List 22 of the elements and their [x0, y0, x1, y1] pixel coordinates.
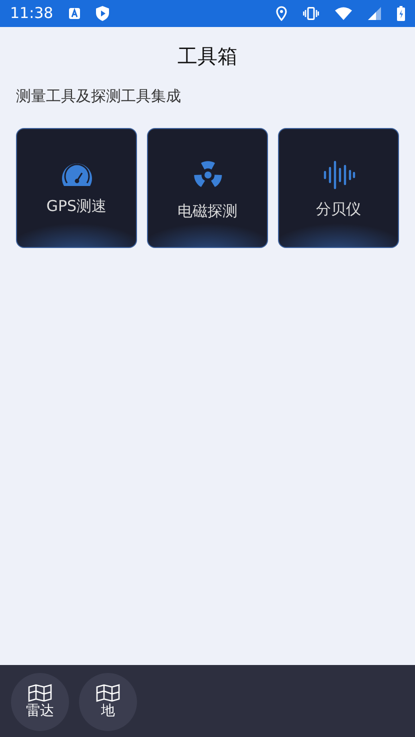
speedometer-icon	[62, 163, 92, 188]
tool-card[interactable]: GPS测速	[16, 128, 137, 248]
status-time: 11:38	[10, 3, 54, 24]
tool-card[interactable]: 电磁探测	[147, 128, 268, 248]
shield-icon	[96, 6, 110, 21]
map-icon	[96, 684, 120, 702]
tool-label: 电磁探测	[178, 201, 238, 222]
map-icon	[28, 684, 52, 702]
sound-wave-icon	[322, 160, 356, 190]
signal-icon	[368, 7, 381, 20]
tab-button[interactable]: 雷达	[11, 673, 69, 731]
battery-icon	[397, 6, 405, 21]
tool-label: GPS测速	[46, 196, 107, 218]
location-icon	[276, 6, 287, 21]
tool-card[interactable]: 分贝仪	[278, 128, 399, 248]
page-title: 工具箱	[178, 43, 238, 70]
wifi-icon	[335, 7, 352, 20]
tool-label: 分贝仪	[316, 199, 361, 220]
vibrate-icon	[303, 7, 319, 20]
subtitle: 测量工具及探测工具集成	[16, 87, 181, 105]
tab-button[interactable]: 地	[79, 673, 137, 731]
app-notification-icon	[69, 8, 80, 19]
